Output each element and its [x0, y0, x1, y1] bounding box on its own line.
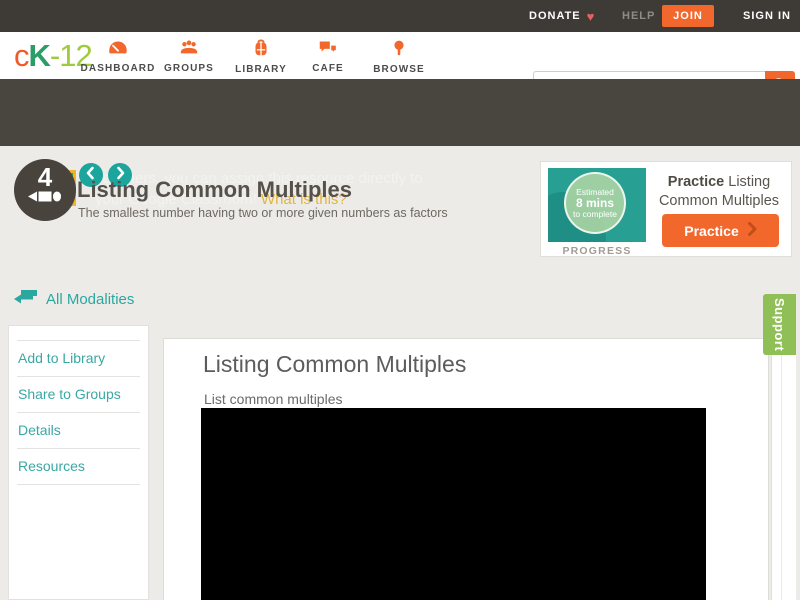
donate-link[interactable]: DONATE ♥ [529, 0, 594, 32]
chat-bubbles-icon [317, 38, 339, 61]
nav-label: LIBRARY [235, 64, 287, 75]
content-subtitle: List common multiples [204, 391, 343, 407]
concept-number-badge: 4 [14, 159, 76, 221]
concept-subtitle: The smallest number having two or more g… [78, 206, 448, 220]
all-modalities-link[interactable]: All Modalities [12, 287, 134, 311]
backpack-icon [250, 38, 272, 62]
nav-label: CAFE [312, 63, 344, 74]
practice-progress-image[interactable]: Estimated 8 mins to complete [548, 168, 646, 242]
topbar: DONATE ♥ HELP JOIN SIGN IN [0, 0, 800, 32]
logo-letter-c: c [14, 38, 29, 74]
sidebar-item-details[interactable]: Details [9, 413, 148, 448]
sidebar-item-resources[interactable]: Resources [9, 449, 148, 484]
help-link[interactable]: HELP [622, 0, 655, 32]
divider [17, 484, 140, 485]
practice-button[interactable]: Practice [662, 214, 779, 247]
heart-icon: ♥ [587, 9, 595, 24]
concept-title: Listing Common Multiples [77, 177, 352, 203]
badge-number: 4 [38, 164, 52, 190]
logo-letter-k: K [29, 38, 50, 74]
estimate-line3: to complete [573, 209, 617, 220]
practice-card: Estimated 8 mins to complete PROGRESS Pr… [540, 161, 792, 257]
page: DONATE ♥ HELP JOIN SIGN IN cK-12 DASHBOA… [0, 0, 800, 600]
practice-card-title: Practice Listing Common Multiples [649, 173, 789, 211]
nav-label: GROUPS [164, 63, 214, 74]
sidebar-item-share-to-groups[interactable]: Share to Groups [9, 377, 148, 412]
practice-button-label: Practice [684, 223, 738, 239]
back-arrow-icon [12, 287, 38, 311]
nav-item-browse[interactable]: BROWSE [359, 35, 439, 77]
right-panel-strip [771, 338, 796, 600]
video-player[interactable] [201, 408, 706, 600]
people-icon [178, 38, 200, 61]
sign-in-link[interactable]: SIGN IN [743, 0, 791, 32]
sidebar-item-add-to-library[interactable]: Add to Library [9, 341, 148, 376]
nav-item-groups[interactable]: GROUPS [149, 35, 229, 77]
all-modalities-label: All Modalities [46, 291, 134, 308]
content-title: Listing Common Multiples [203, 351, 466, 378]
lightbulb-icon [388, 38, 410, 62]
nav-item-cafe[interactable]: CAFE [288, 35, 368, 77]
estimated-time-circle: Estimated 8 mins to complete [564, 172, 626, 234]
support-tab[interactable]: Support [763, 294, 796, 355]
donate-label: DONATE [529, 10, 581, 22]
help-label: HELP [622, 10, 655, 22]
chevron-right-icon [748, 222, 757, 239]
join-button[interactable]: JOIN [662, 5, 714, 27]
estimate-line2: 8 mins [576, 198, 614, 209]
pencil-icon [27, 190, 63, 208]
main-nav: cK-12 DASHBOARD GROUPS LIBRARY CAFE [0, 32, 800, 79]
practice-title-bold: Practice [668, 174, 724, 190]
nav-item-dashboard[interactable]: DASHBOARD [78, 35, 158, 77]
sidebar: Add to Library Share to Groups Details R… [8, 325, 149, 600]
nav-label: DASHBOARD [81, 63, 156, 74]
join-label: JOIN [673, 10, 703, 22]
sign-in-label: SIGN IN [743, 10, 791, 22]
gauge-icon [107, 38, 129, 61]
progress-label: PROGRESS [541, 245, 653, 257]
nav-label: BROWSE [373, 64, 425, 75]
classroom-banner: Teachers, you can assign this resource d… [0, 79, 800, 146]
content-panel: Listing Common Multiples List common mul… [163, 338, 769, 600]
